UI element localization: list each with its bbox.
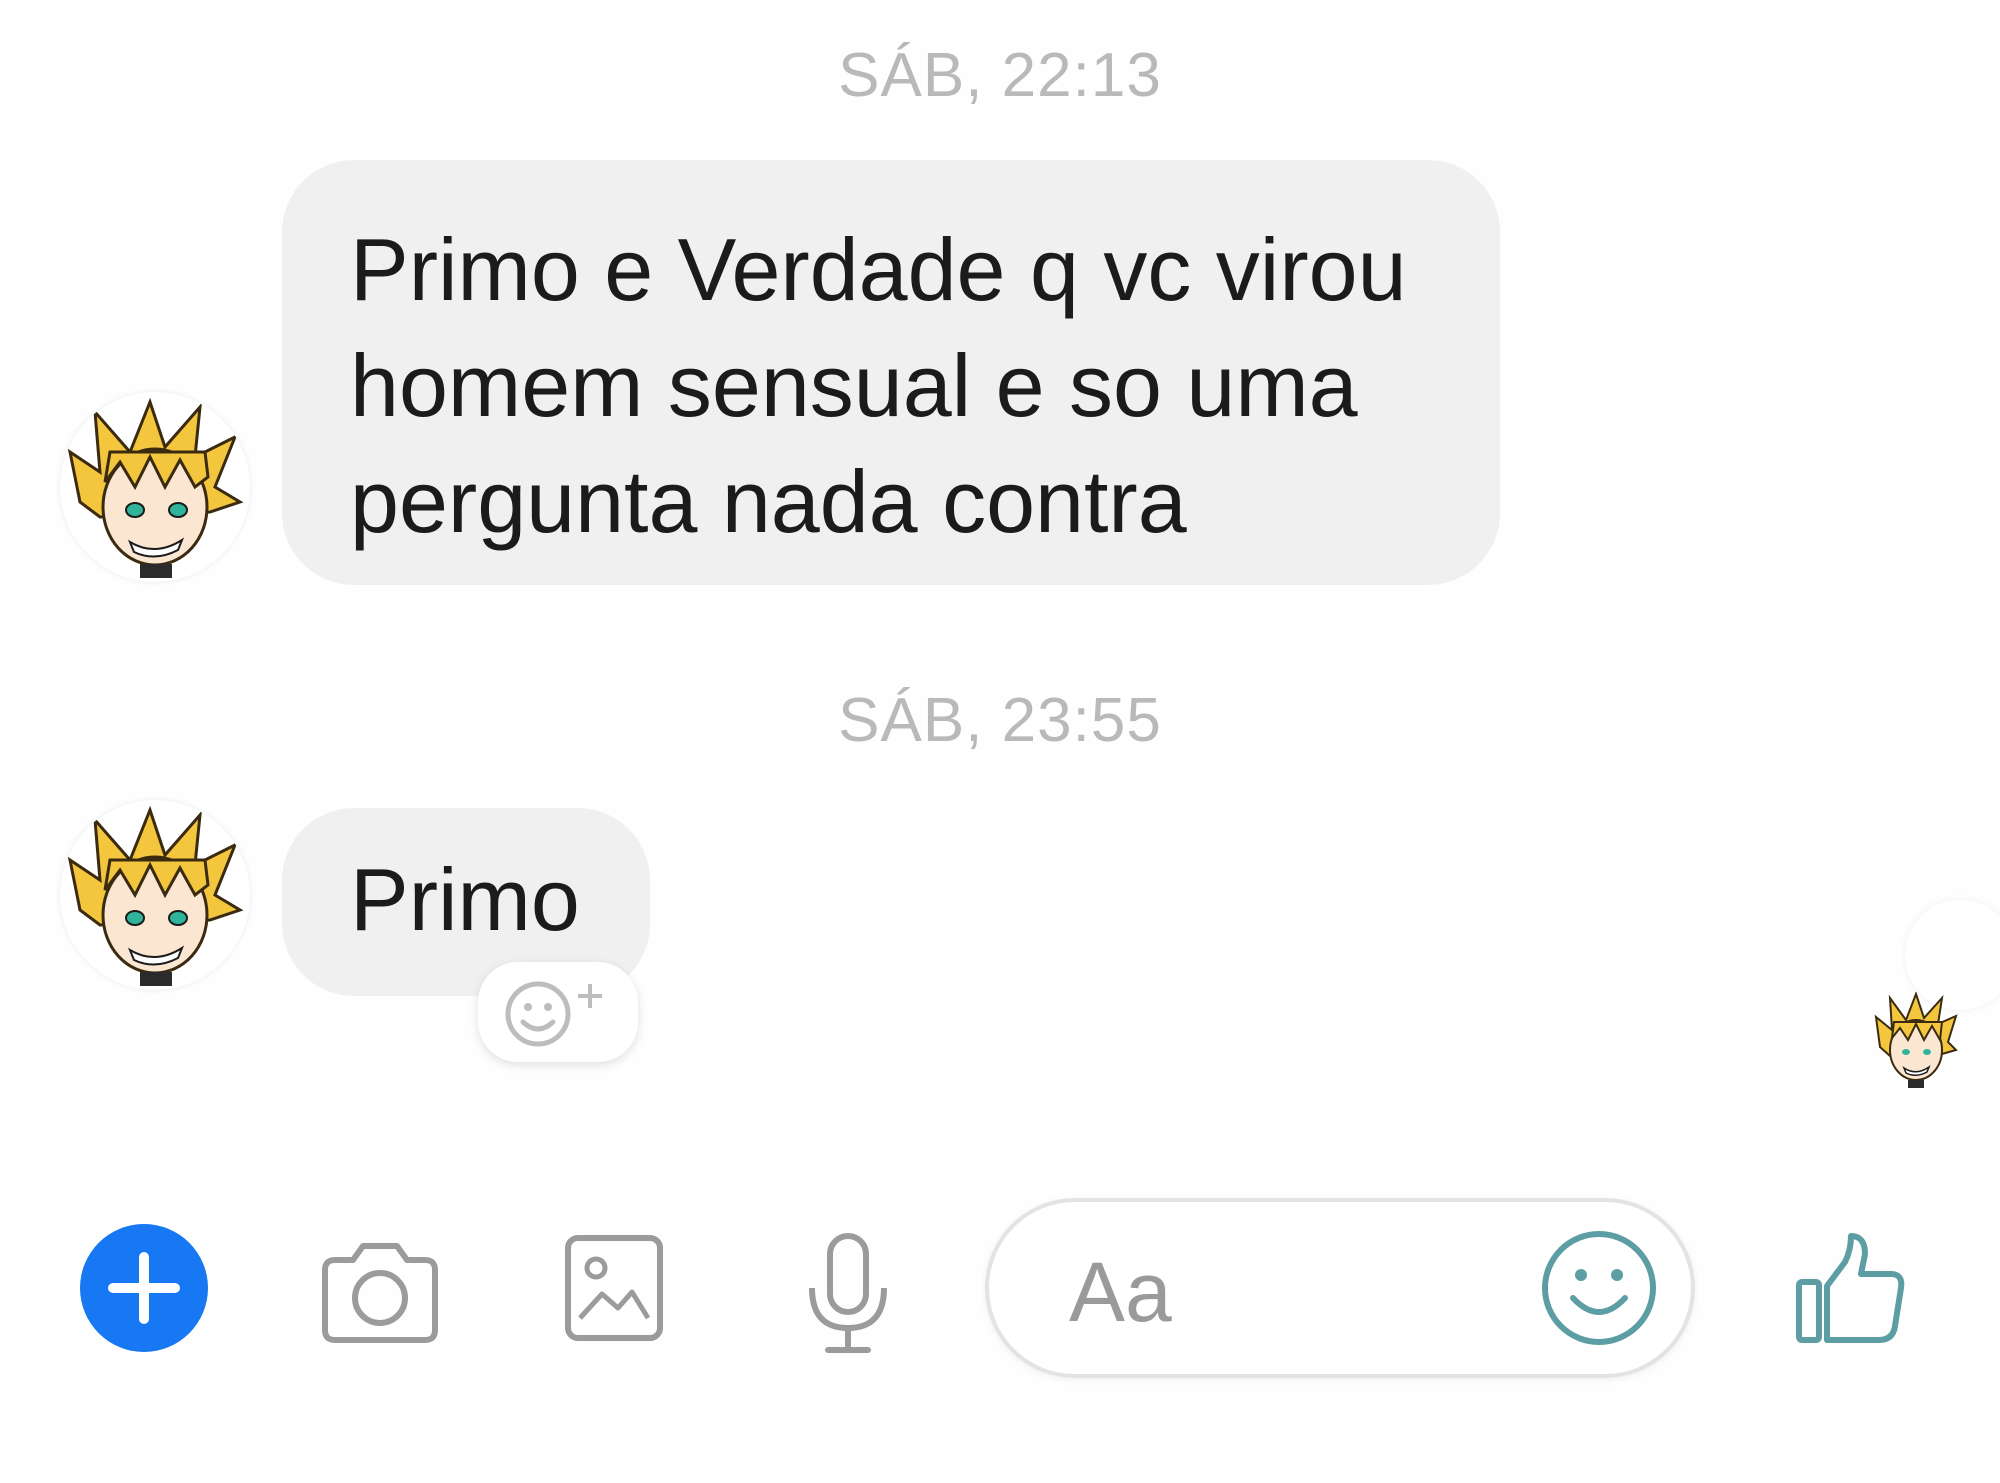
timestamp: SÁB, 22:13: [838, 41, 1162, 110]
message-input[interactable]: Aa: [985, 1198, 1695, 1378]
camera-button[interactable]: [315, 1238, 445, 1353]
microphone-button[interactable]: [800, 1232, 896, 1361]
avatar[interactable]: [60, 800, 250, 990]
message-line: homem sensual e so uma: [350, 336, 1358, 435]
timestamp: SÁB, 23:55: [838, 686, 1162, 755]
avatar[interactable]: [60, 392, 250, 582]
add-reaction-icon: [505, 981, 602, 1047]
avatar-image: [67, 805, 244, 986]
image-icon: [565, 1235, 663, 1341]
message-line: Primo: [350, 850, 580, 949]
emoji-icon[interactable]: [1541, 1230, 1657, 1346]
plus-icon: [80, 1224, 208, 1352]
camera-icon: [322, 1243, 438, 1343]
message-line: pergunta nada contra: [350, 452, 1187, 551]
microphone-icon: [809, 1233, 887, 1353]
thumbs-up-icon: [1796, 1233, 1905, 1343]
avatar-image: [67, 397, 244, 578]
message-bubble[interactable]: Primo e Verdade q vc virou homem sensual…: [282, 160, 1500, 585]
message-line: Primo e Verdade q vc virou: [350, 220, 1407, 319]
message-input-placeholder: Aa: [1069, 1245, 1172, 1339]
add-reaction-button[interactable]: [478, 962, 638, 1062]
seen-avatar: [1872, 991, 1960, 1092]
seen-avatar-icon: [1874, 991, 1958, 1088]
like-button[interactable]: [1795, 1230, 1907, 1351]
gallery-button[interactable]: [562, 1232, 666, 1349]
plus-button[interactable]: [78, 1222, 210, 1359]
messenger-screen: SÁB, 22:13 Primo e Verdade q vc virou ho…: [0, 0, 2000, 1483]
